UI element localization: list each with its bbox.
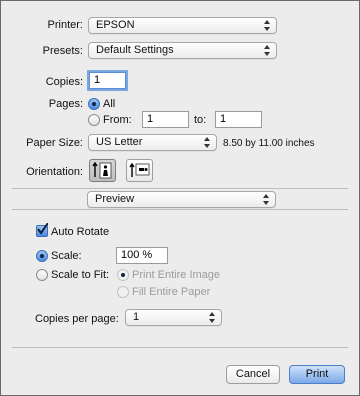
fill-entire-paper-radio[interactable]	[117, 286, 129, 298]
copies-label: Copies:	[45, 76, 83, 88]
pages-all-label: All	[103, 98, 116, 110]
pages-to-field[interactable]: 1	[215, 111, 262, 128]
paper-size-label: Paper Size:	[26, 137, 83, 149]
presets-value: Default Settings	[96, 44, 174, 56]
landscape-icon	[129, 162, 150, 177]
scale-field[interactable]: 100 %	[116, 247, 168, 264]
paper-size-popup[interactable]: US Letter	[88, 134, 217, 151]
pages-all-radio[interactable]	[88, 98, 100, 110]
presets-label: Presets:	[42, 45, 83, 57]
print-entire-image-radio[interactable]	[117, 269, 129, 281]
landscape-orientation-button[interactable]	[126, 159, 153, 182]
orientation-label: Orientation:	[26, 166, 83, 178]
printer-value: EPSON	[96, 19, 135, 31]
scale-label: Scale:	[51, 250, 82, 262]
pages-from-label: From:	[103, 114, 132, 126]
printer-popup[interactable]: EPSON	[88, 17, 277, 34]
cancel-button[interactable]: Cancel	[226, 365, 280, 384]
pages-from-radio[interactable]	[88, 114, 100, 126]
portrait-orientation-button[interactable]	[89, 159, 116, 182]
section-popup-value: Preview	[95, 193, 135, 205]
fill-entire-paper-label: Fill Entire Paper	[132, 286, 211, 298]
divider	[12, 347, 348, 348]
copies-per-page-label: Copies per page:	[35, 313, 119, 325]
scale-radio[interactable]	[36, 250, 48, 262]
scale-to-fit-radio[interactable]	[36, 269, 48, 281]
popup-arrows-icon	[204, 136, 210, 149]
checkmark-icon	[37, 223, 48, 235]
popup-arrows-icon	[263, 193, 269, 206]
copies-per-page-popup[interactable]: 1	[125, 309, 222, 326]
paper-size-value: US Letter	[96, 136, 143, 148]
scale-to-fit-label: Scale to Fit:	[51, 269, 110, 281]
section-popup[interactable]: Preview	[87, 191, 276, 208]
pages-from-field[interactable]: 1	[142, 111, 189, 128]
popup-arrows-icon	[264, 19, 270, 32]
popup-arrows-icon	[264, 44, 270, 57]
auto-rotate-label: Auto Rotate	[51, 226, 110, 238]
auto-rotate-checkbox[interactable]	[36, 223, 48, 237]
print-button[interactable]: Print	[289, 365, 345, 384]
presets-popup[interactable]: Default Settings	[88, 42, 277, 59]
divider	[12, 209, 348, 210]
copies-per-page-value: 1	[133, 311, 140, 323]
print-entire-image-label: Print Entire Image	[132, 269, 221, 281]
paper-dimensions: 8.50 by 11.00 inches	[223, 138, 315, 149]
pages-label: Pages:	[48, 98, 83, 110]
copies-field[interactable]: 1	[89, 72, 126, 89]
popup-arrows-icon	[209, 311, 215, 324]
divider	[12, 188, 348, 189]
printer-label: Printer:	[47, 19, 83, 31]
pages-to-label: to:	[194, 114, 207, 126]
print-dialog: Printer: EPSON Presets: Default Settings…	[0, 0, 360, 396]
portrait-icon	[92, 161, 112, 179]
